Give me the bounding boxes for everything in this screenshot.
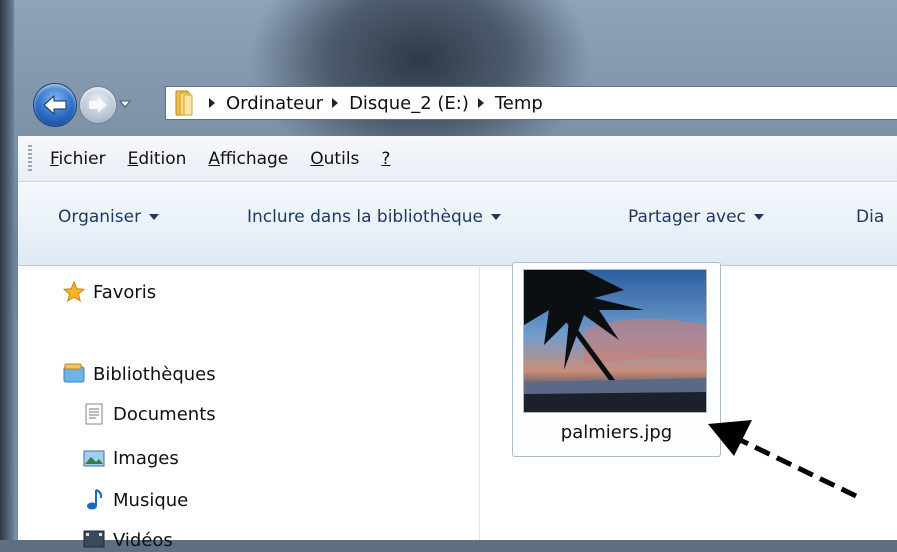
forward-arrow-icon (89, 97, 107, 113)
organiser-label: Organiser (58, 207, 142, 227)
inclure-bibliotheque-button[interactable]: Inclure dans la bibliothèque (247, 207, 501, 227)
menu-bar: Fichier Edition Affichage Outils ? (18, 136, 897, 182)
command-bar: Organiser Inclure dans la bibliothèque P… (18, 182, 897, 266)
nav-item-bibliotheques[interactable]: Bibliothèques (62, 362, 216, 386)
folder-icon (170, 88, 200, 118)
menu-outils[interactable]: Outils (310, 149, 359, 169)
menu-affichage[interactable]: Affichage (208, 149, 288, 169)
document-icon (82, 402, 106, 426)
nav-item-label: Favoris (93, 281, 157, 303)
menu-grip[interactable] (28, 144, 32, 173)
chevron-down-icon (118, 100, 132, 108)
forward-button[interactable] (80, 87, 116, 123)
nav-item-documents[interactable]: Documents (82, 402, 216, 426)
music-note-icon (82, 488, 106, 512)
organiser-button[interactable]: Organiser (58, 207, 160, 227)
dashed-arrow-icon (708, 420, 858, 499)
chevron-down-icon (149, 214, 160, 220)
breadcrumb-disque[interactable]: Disque_2 (E:) (349, 93, 469, 114)
nav-item-label: Musique (113, 489, 189, 511)
menu-label: dition (138, 148, 187, 169)
breadcrumb-temp[interactable]: Temp (495, 93, 543, 114)
nav-item-images[interactable]: Images (82, 446, 179, 470)
video-icon (82, 528, 106, 552)
menu-label: utils (323, 148, 360, 169)
nav-item-label: Documents (113, 403, 216, 425)
recent-pages-button[interactable] (118, 96, 132, 112)
partager-label: Partager avec (628, 207, 746, 227)
breadcrumb-separator-icon[interactable] (331, 98, 341, 108)
breadcrumb-ordinateur[interactable]: Ordinateur (226, 93, 323, 114)
menu-help[interactable]: ? (381, 149, 390, 169)
address-bar[interactable]: Ordinateur Disque_2 (E:) Temp (165, 86, 897, 120)
window-left-edge (0, 0, 14, 540)
menu-edition[interactable]: Edition (128, 149, 187, 169)
chevron-down-icon (490, 214, 501, 220)
menu-fichier[interactable]: Fichier (50, 149, 106, 169)
libraries-icon (62, 362, 86, 386)
diaporama-button[interactable]: Dia (856, 207, 884, 227)
file-name-label: palmiers.jpg (560, 422, 673, 443)
nav-item-favoris[interactable]: Favoris (62, 280, 156, 304)
menu-mnemonic: ? (381, 148, 391, 169)
image-icon (82, 446, 106, 470)
nav-item-label: Bibliothèques (93, 363, 216, 385)
menu-mnemonic: A (208, 148, 221, 169)
chevron-down-icon (753, 214, 764, 220)
menu-label: ichier (58, 148, 106, 169)
navigation-pane: Favoris Bibliothèques Documents Images M… (18, 266, 480, 551)
menu-mnemonic: E (127, 148, 139, 169)
star-icon (62, 280, 86, 304)
menu-mnemonic: F (50, 148, 59, 169)
partager-avec-button[interactable]: Partager avec (628, 207, 764, 227)
nav-item-musique[interactable]: Musique (82, 488, 188, 512)
nav-item-label: Vidéos (113, 529, 173, 551)
back-arrow-icon (43, 94, 67, 116)
menu-mnemonic: O (310, 148, 324, 169)
breadcrumb-separator-icon[interactable] (477, 98, 487, 108)
nav-item-label: Images (113, 447, 179, 469)
file-item-palmiers[interactable]: palmiers.jpg (512, 262, 721, 457)
breadcrumb-separator-icon[interactable] (208, 98, 218, 108)
nav-item-videos[interactable]: Vidéos (82, 528, 173, 552)
back-button[interactable] (34, 84, 76, 126)
diaporama-label: Dia (856, 207, 885, 227)
menu-label: ffichage (220, 148, 289, 169)
inclure-label: Inclure dans la bibliothèque (247, 207, 483, 227)
image-thumbnail (523, 269, 707, 413)
